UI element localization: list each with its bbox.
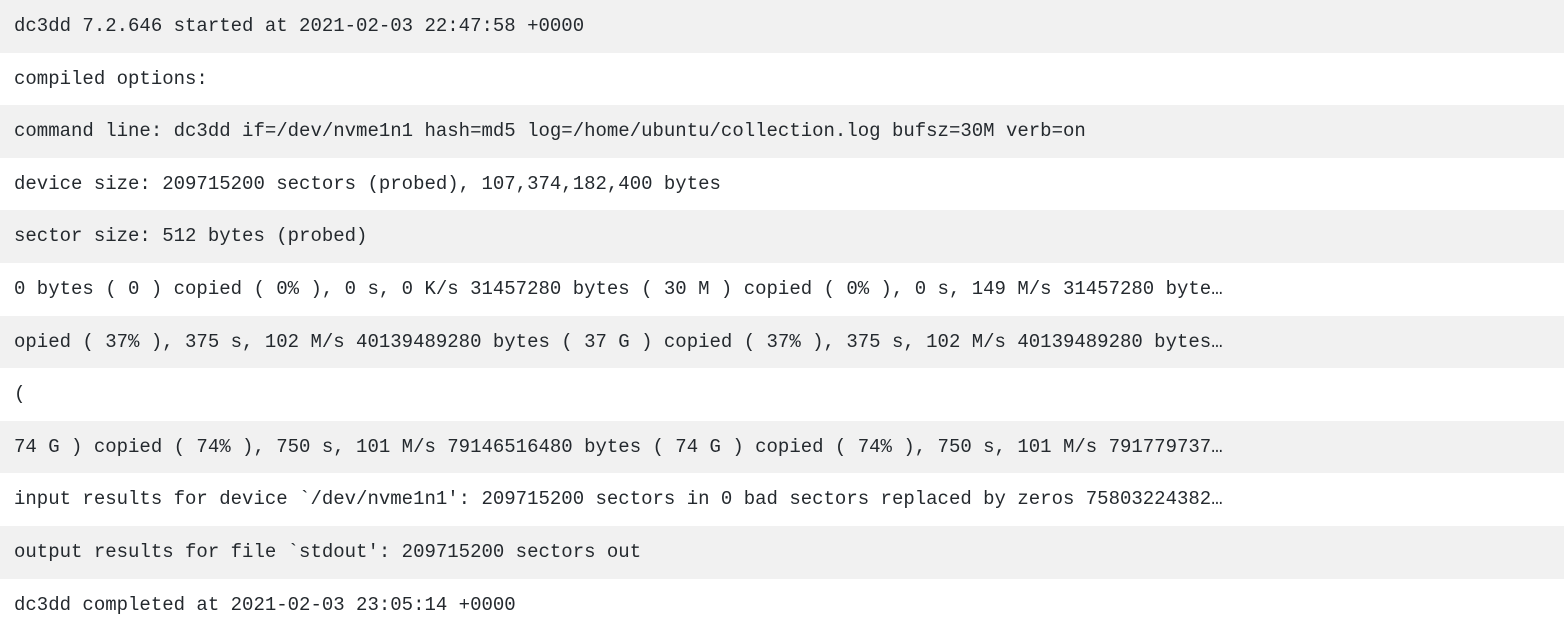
output-line: command line: dc3dd if=/dev/nvme1n1 hash… xyxy=(0,105,1564,158)
output-line: 74 G ) copied ( 74% ), 750 s, 101 M/s 79… xyxy=(0,421,1564,474)
output-line: compiled options: xyxy=(0,53,1564,106)
output-line: dc3dd completed at 2021-02-03 23:05:14 +… xyxy=(0,579,1564,632)
output-line: device size: 209715200 sectors (probed),… xyxy=(0,158,1564,211)
output-line: output results for file `stdout': 209715… xyxy=(0,526,1564,579)
output-line: dc3dd 7.2.646 started at 2021-02-03 22:4… xyxy=(0,0,1564,53)
output-line: ( xyxy=(0,368,1564,421)
terminal-output: dc3dd 7.2.646 started at 2021-02-03 22:4… xyxy=(0,0,1564,631)
output-line: 0 bytes ( 0 ) copied ( 0% ), 0 s, 0 K/s … xyxy=(0,263,1564,316)
output-line: input results for device `/dev/nvme1n1':… xyxy=(0,473,1564,526)
output-line: sector size: 512 bytes (probed) xyxy=(0,210,1564,263)
output-line: opied ( 37% ), 375 s, 102 M/s 4013948928… xyxy=(0,316,1564,369)
